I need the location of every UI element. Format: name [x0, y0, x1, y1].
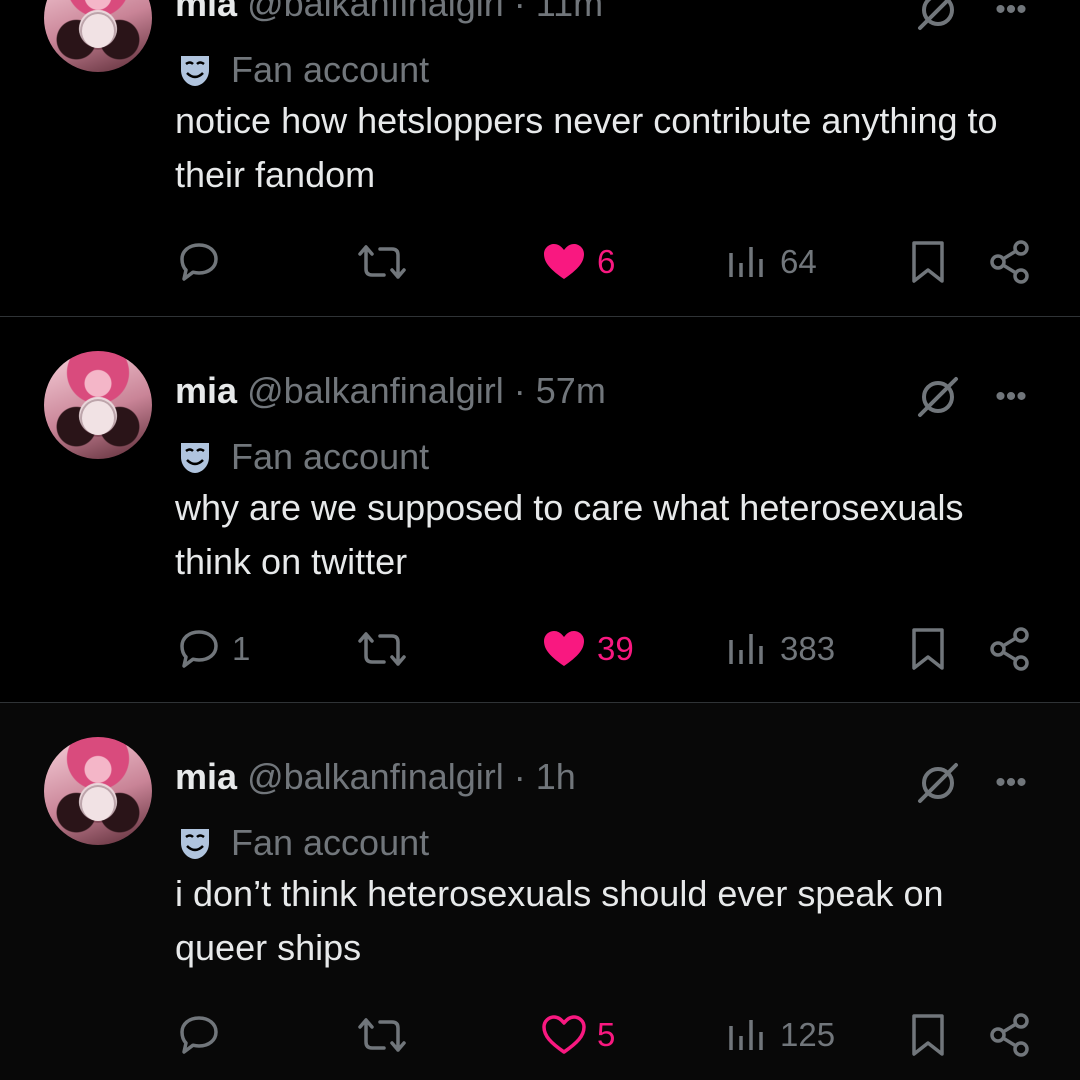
more-icon[interactable]: ••• [988, 377, 1034, 417]
views-button[interactable]: 125 [726, 1007, 835, 1063]
repost-icon [358, 245, 406, 279]
post-header: mia @balkanfinalgirl · 11m [175, 0, 603, 26]
bookmark-button[interactable] [908, 1007, 948, 1063]
repost-icon [358, 632, 406, 666]
repost-icon [358, 1018, 406, 1052]
grok-icon[interactable] [914, 759, 962, 807]
handle[interactable]: @balkanfinalgirl [247, 370, 504, 411]
reply-icon [180, 1016, 218, 1054]
post-3[interactable]: mia @balkanfinalgirl · 1h ••• Fan accoun… [0, 702, 1080, 1080]
avatar[interactable] [44, 351, 152, 459]
handle[interactable]: @balkanfinalgirl [247, 756, 504, 797]
separator: · [513, 370, 526, 411]
views-button[interactable]: 383 [726, 621, 835, 677]
label-text: Fan account [231, 822, 430, 863]
views-button[interactable]: 64 [726, 234, 817, 290]
post-2[interactable]: mia @balkanfinalgirl · 57m ••• Fan accou… [0, 316, 1080, 703]
timestamp[interactable]: 11m [536, 0, 603, 24]
more-icon[interactable]: ••• [988, 0, 1034, 30]
bookmark-icon [912, 1014, 944, 1056]
share-icon [990, 1013, 1029, 1057]
reply-count: 1 [232, 630, 251, 667]
bookmark-icon [912, 241, 944, 283]
like-count: 5 [597, 1016, 616, 1053]
mask-icon [181, 56, 209, 86]
timestamp[interactable]: 57m [536, 370, 606, 411]
bookmark-button[interactable] [908, 621, 948, 677]
heart-icon [542, 1015, 586, 1054]
mask-icon [181, 443, 209, 473]
separator: · [513, 0, 526, 24]
action-bar: 5 125 [0, 1007, 1080, 1063]
avatar[interactable] [44, 0, 152, 72]
action-bar: 6 64 [0, 234, 1080, 290]
like-button[interactable]: 6 [541, 234, 615, 290]
mask-icon [181, 829, 209, 859]
like-button[interactable]: 5 [541, 1007, 615, 1063]
reply-icon [180, 243, 218, 281]
like-button[interactable]: 39 [541, 621, 634, 677]
repost-button[interactable] [356, 1007, 408, 1063]
view-count: 383 [780, 630, 836, 667]
post-header: mia @balkanfinalgirl · 57m [175, 369, 606, 413]
like-count: 39 [597, 630, 634, 667]
grok-icon[interactable] [914, 373, 962, 421]
share-button[interactable] [988, 1007, 1032, 1063]
bookmark-icon [912, 628, 944, 670]
bookmark-button[interactable] [908, 234, 948, 290]
view-count: 125 [780, 1016, 836, 1053]
view-count: 64 [780, 243, 817, 280]
timestamp[interactable]: 1h [536, 756, 576, 797]
grok-icon[interactable] [914, 0, 962, 34]
label-text: Fan account [231, 49, 430, 90]
reply-button[interactable]: 1 [176, 621, 250, 677]
fan-account-label: Fan account [175, 821, 429, 865]
post-text: notice how hetsloppers never contribute … [175, 100, 998, 195]
fan-account-label: Fan account [175, 435, 429, 479]
post-1[interactable]: mia @balkanfinalgirl · 11m ••• Fan accou… [0, 0, 1080, 316]
fan-account-label: Fan account [175, 48, 429, 92]
post-text: i don’t think heterosexuals should ever … [175, 873, 944, 968]
share-button[interactable] [988, 234, 1032, 290]
label-text: Fan account [231, 436, 430, 477]
heart-icon [544, 244, 584, 279]
repost-button[interactable] [356, 234, 408, 290]
avatar[interactable] [44, 737, 152, 845]
display-name[interactable]: mia [175, 0, 237, 24]
like-count: 6 [597, 243, 616, 280]
reply-button[interactable] [176, 1007, 232, 1063]
share-button[interactable] [988, 621, 1032, 677]
post-text: why are we supposed to care what heteros… [175, 487, 964, 582]
repost-button[interactable] [356, 621, 408, 677]
views-icon [729, 1020, 763, 1050]
share-icon [990, 240, 1029, 284]
display-name[interactable]: mia [175, 756, 237, 797]
views-icon [729, 247, 763, 277]
timeline-feed: mia @balkanfinalgirl · 11m ••• Fan accou… [0, 0, 1080, 1080]
handle[interactable]: @balkanfinalgirl [247, 0, 504, 24]
display-name[interactable]: mia [175, 370, 237, 411]
heart-icon [544, 631, 584, 666]
post-header: mia @balkanfinalgirl · 1h [175, 755, 576, 799]
more-icon[interactable]: ••• [988, 763, 1034, 803]
reply-icon [180, 630, 218, 668]
share-icon [990, 627, 1029, 671]
action-bar: 1 39 383 [0, 621, 1080, 677]
reply-button[interactable] [176, 234, 232, 290]
views-icon [729, 634, 763, 664]
separator: · [513, 756, 526, 797]
